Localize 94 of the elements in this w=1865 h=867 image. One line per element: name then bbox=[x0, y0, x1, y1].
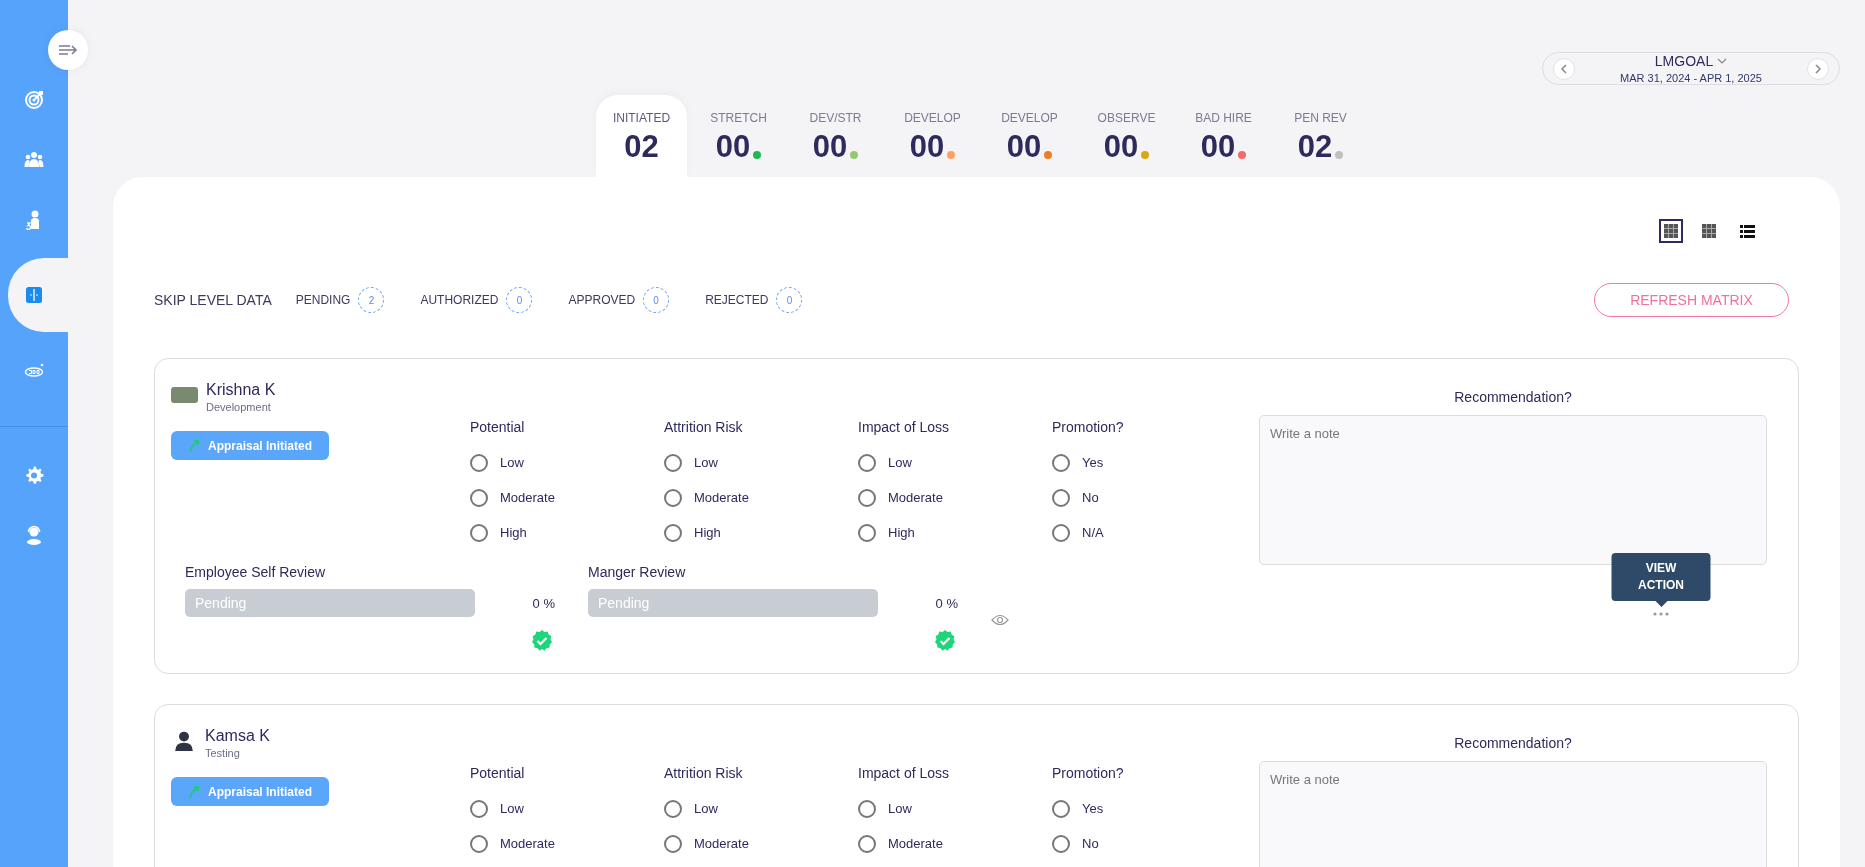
skip-level-title: SKIP LEVEL DATA bbox=[154, 292, 272, 308]
review-title: Manger Review bbox=[588, 564, 687, 580]
status-tab[interactable]: DEVELOP 00 bbox=[984, 95, 1075, 177]
department: Testing bbox=[205, 747, 241, 759]
review-percent: 0 % bbox=[531, 595, 555, 611]
question-title: Promotion? bbox=[1052, 765, 1125, 781]
radio-button[interactable] bbox=[858, 834, 876, 853]
radio-button[interactable] bbox=[470, 453, 488, 472]
option-label[interactable]: Low bbox=[500, 801, 524, 816]
option-label[interactable]: Low bbox=[888, 801, 912, 816]
arrow-lines-icon[interactable] bbox=[58, 43, 78, 57]
review-percent: 0 % bbox=[934, 595, 958, 611]
check-badge-icon bbox=[530, 629, 554, 653]
group-icon[interactable] bbox=[24, 150, 44, 170]
recommendation-title: Recommendation? bbox=[1454, 389, 1572, 405]
chevron-left-icon[interactable] bbox=[1560, 63, 1568, 74]
question-title: Potential bbox=[470, 419, 526, 435]
radio-button[interactable] bbox=[664, 453, 682, 472]
employee-name[interactable]: Kamsa K bbox=[205, 727, 270, 745]
recommendation-title: Recommendation? bbox=[1454, 735, 1572, 751]
chevron-down-icon[interactable] bbox=[1717, 58, 1728, 64]
option-label[interactable]: N/A bbox=[1082, 525, 1104, 540]
skip-level-label: APPROVED bbox=[568, 293, 636, 307]
option-label[interactable]: Moderate bbox=[888, 836, 943, 851]
option-label[interactable]: No bbox=[1082, 836, 1099, 851]
employee-name[interactable]: Krishna K bbox=[206, 381, 276, 399]
option-label[interactable]: Yes bbox=[1082, 801, 1104, 816]
option-label[interactable]: Moderate bbox=[888, 490, 943, 505]
review-title: Employee Self Review bbox=[185, 564, 327, 580]
status-tab[interactable]: INITIATED 02 bbox=[596, 95, 687, 177]
option-label[interactable]: Low bbox=[694, 801, 718, 816]
skip-level-label: PENDING bbox=[295, 293, 351, 307]
radio-button[interactable] bbox=[470, 488, 488, 507]
trend-arrow-icon bbox=[188, 438, 200, 453]
more-options-icon[interactable] bbox=[1653, 611, 1669, 617]
radio-button[interactable] bbox=[470, 834, 488, 853]
radio-button[interactable] bbox=[470, 799, 488, 818]
skip-level-label: AUTHORIZED bbox=[420, 293, 499, 307]
view-action-tooltip: VIEW ACTION bbox=[1611, 553, 1711, 607]
question-title: Attrition Risk bbox=[664, 765, 744, 781]
option-label[interactable]: Moderate bbox=[694, 490, 749, 505]
period-title[interactable]: LMGOAL bbox=[1654, 53, 1714, 69]
date-range: MAR 31, 2024 - APR 1, 2025 bbox=[1620, 72, 1762, 84]
note-field[interactable]: Write a note bbox=[1259, 761, 1767, 867]
option-label[interactable]: Moderate bbox=[500, 490, 555, 505]
headset-person-icon[interactable] bbox=[24, 525, 44, 545]
skip-level-label: REJECTED bbox=[705, 293, 769, 307]
radio-button[interactable] bbox=[858, 523, 876, 542]
radio-button[interactable] bbox=[858, 799, 876, 818]
settings-icon[interactable] bbox=[24, 465, 44, 485]
question-title: Potential bbox=[470, 765, 526, 781]
chevron-right-icon[interactable] bbox=[1814, 63, 1822, 74]
radio-button[interactable] bbox=[858, 488, 876, 507]
status-tab[interactable]: PEN REV 02 bbox=[1275, 95, 1366, 177]
status-tab[interactable]: BAD HIRE 00 bbox=[1178, 95, 1269, 177]
status-tab[interactable]: STRETCH 00 bbox=[693, 95, 784, 177]
question-title: Attrition Risk bbox=[664, 419, 744, 435]
radio-button[interactable] bbox=[1052, 453, 1070, 472]
status-tab[interactable]: OBSERVE 00 bbox=[1081, 95, 1172, 177]
photo-placeholder bbox=[171, 387, 198, 403]
option-label[interactable]: High bbox=[694, 525, 721, 540]
option-label[interactable]: Low bbox=[500, 455, 524, 470]
question-title: Impact of Loss bbox=[858, 765, 951, 781]
radio-button[interactable] bbox=[1052, 834, 1070, 853]
radio-button[interactable] bbox=[1052, 488, 1070, 507]
option-label[interactable]: Low bbox=[888, 455, 912, 470]
trend-arrow-icon bbox=[188, 784, 200, 799]
option-label[interactable]: Moderate bbox=[694, 836, 749, 851]
question-title: Impact of Loss bbox=[858, 419, 951, 435]
radio-button[interactable] bbox=[664, 488, 682, 507]
target-icon[interactable] bbox=[24, 90, 44, 110]
split-panel-icon[interactable] bbox=[24, 285, 44, 305]
radio-button[interactable] bbox=[1052, 799, 1070, 818]
department: Development bbox=[206, 401, 272, 413]
radio-button[interactable] bbox=[470, 523, 488, 542]
option-label[interactable]: High bbox=[500, 525, 527, 540]
radio-button[interactable] bbox=[664, 799, 682, 818]
person-silhouette-icon bbox=[173, 730, 195, 752]
radio-button[interactable] bbox=[858, 453, 876, 472]
option-label[interactable]: Yes bbox=[1082, 455, 1104, 470]
grid-view-icon[interactable] bbox=[1659, 219, 1683, 243]
status-tab[interactable]: DEVELOP 00 bbox=[887, 95, 978, 177]
check-badge-icon bbox=[933, 629, 957, 653]
status-tab[interactable]: DEV/STR 00 bbox=[790, 95, 881, 177]
option-label[interactable]: Moderate bbox=[500, 836, 555, 851]
question-title: Promotion? bbox=[1052, 419, 1125, 435]
option-label[interactable]: High bbox=[888, 525, 915, 540]
option-label[interactable]: No bbox=[1082, 490, 1099, 505]
radio-button[interactable] bbox=[664, 523, 682, 542]
eye-icon[interactable] bbox=[991, 614, 1009, 626]
collapse-button[interactable] bbox=[48, 30, 88, 70]
radio-button[interactable] bbox=[664, 834, 682, 853]
option-label[interactable]: Low bbox=[694, 455, 718, 470]
radio-button[interactable] bbox=[1052, 523, 1070, 542]
